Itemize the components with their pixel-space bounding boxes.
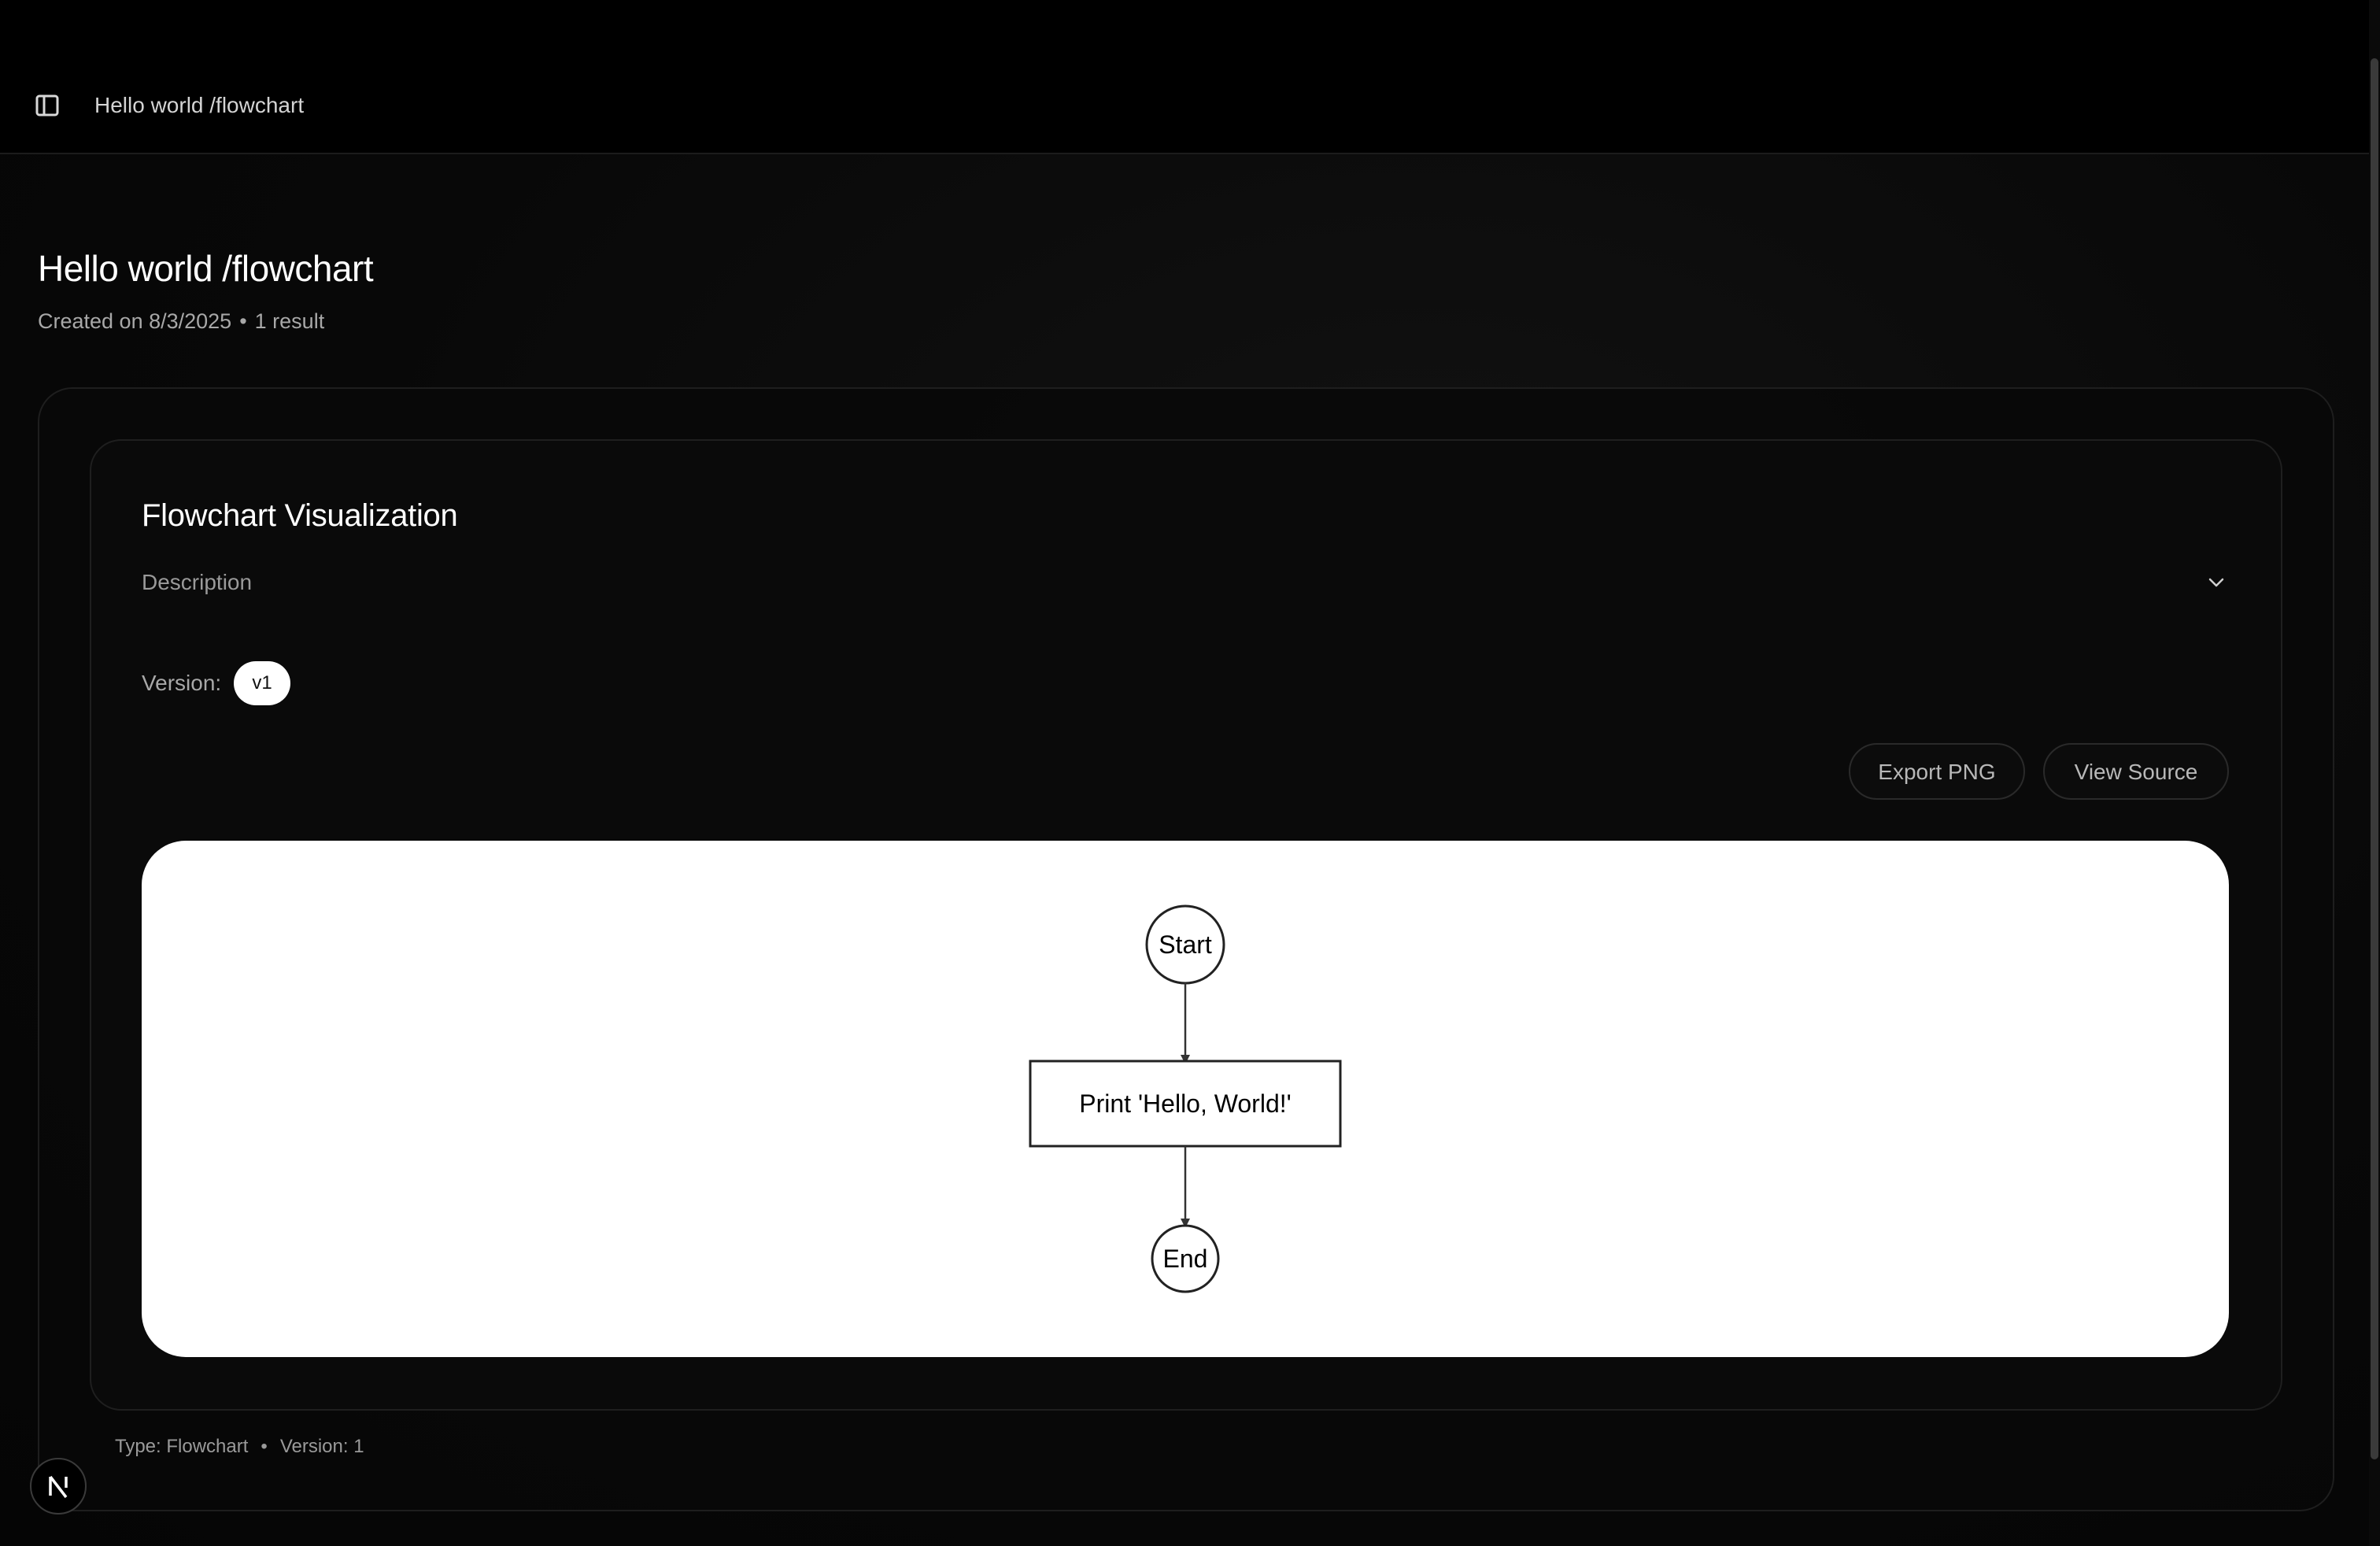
sidebar-panel-icon[interactable] bbox=[31, 90, 63, 121]
description-toggle[interactable]: Description bbox=[142, 567, 2229, 598]
version-pill[interactable]: v1 bbox=[234, 661, 290, 705]
breadcrumb: Hello world /flowchart bbox=[94, 93, 305, 117]
start-node: Start bbox=[1145, 904, 1225, 985]
chevron-down-icon[interactable] bbox=[2204, 570, 2229, 595]
version-info: Version: 1 bbox=[279, 1436, 364, 1457]
scrollbar-track[interactable] bbox=[2369, 0, 2380, 1546]
end-node-label: End bbox=[1163, 1245, 1208, 1273]
version-label: Version: bbox=[142, 671, 222, 695]
artifact-title: Flowchart Visualization bbox=[142, 498, 458, 533]
result-count: 1 result bbox=[254, 309, 325, 333]
footer-separator: • bbox=[261, 1436, 268, 1457]
created-date: Created on 8/3/2025 bbox=[38, 309, 232, 333]
end-node: End bbox=[1151, 1224, 1220, 1293]
type-label: Type: Flowchart bbox=[115, 1436, 249, 1457]
process-node-label: Print 'Hello, World!' bbox=[1079, 1089, 1291, 1118]
top-bar: Hello world /flowchart bbox=[0, 0, 2369, 154]
description-label: Description bbox=[142, 570, 253, 594]
n-logo-icon[interactable] bbox=[30, 1458, 87, 1515]
meta-separator: • bbox=[239, 309, 247, 333]
flowchart-diagram: Start Print 'Hello, World!' End bbox=[1029, 904, 1342, 1293]
view-source-button[interactable]: View Source bbox=[2043, 743, 2229, 800]
page-title: Hello world /flowchart bbox=[38, 248, 374, 289]
artifact-footer: Type: Flowchart • Version: 1 bbox=[115, 1434, 364, 1459]
start-node-label: Start bbox=[1159, 930, 1212, 959]
export-png-button[interactable]: Export PNG bbox=[1849, 743, 2025, 800]
process-node: Print 'Hello, World!' bbox=[1029, 1060, 1342, 1148]
scrollbar-thumb[interactable] bbox=[2371, 58, 2378, 1459]
flowchart-canvas: Start Print 'Hello, World!' End bbox=[142, 841, 2229, 1357]
page-meta: Created on 8/3/2025 • 1 result bbox=[38, 307, 324, 335]
